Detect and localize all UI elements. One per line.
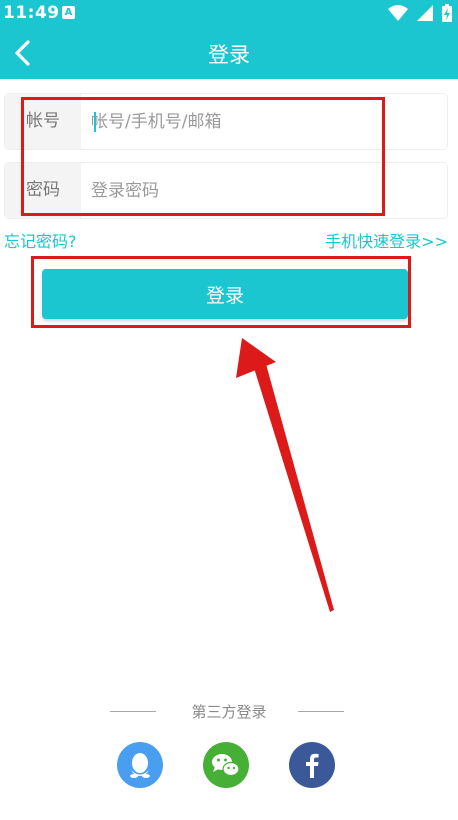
third-party-divider: 第三方登录 [0,700,458,722]
wechat-login-button[interactable] [203,742,249,788]
wechat-icon [203,742,249,788]
annotation-arrow [236,338,334,612]
facebook-icon [289,742,335,788]
third-party-label: 第三方登录 [191,703,267,721]
qq-login-button[interactable] [117,742,163,788]
qq-icon [117,742,163,788]
divider-line-right [298,711,344,712]
facebook-login-button[interactable] [289,742,335,788]
